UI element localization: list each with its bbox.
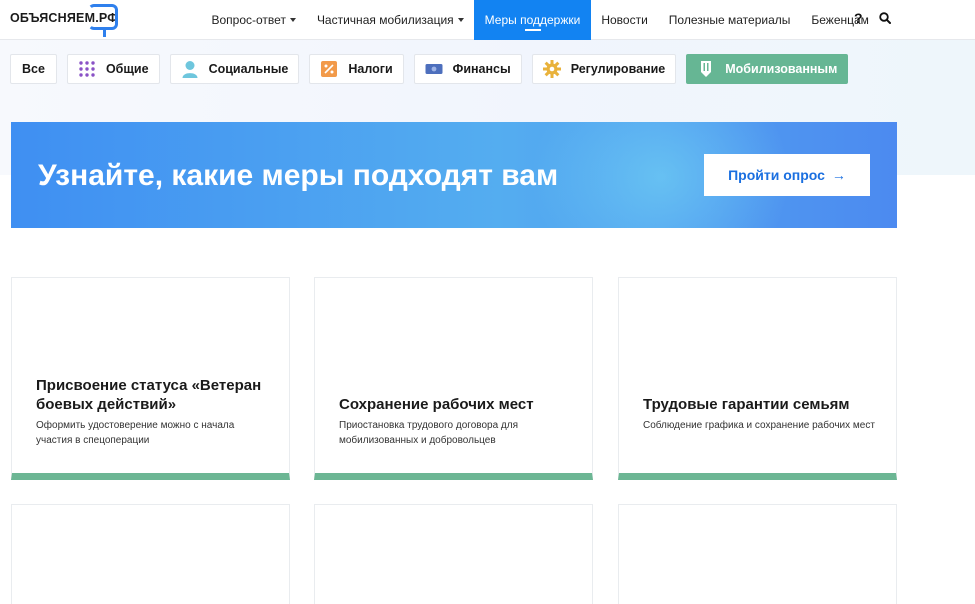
percent-icon <box>321 61 338 77</box>
filter-label: Социальные <box>208 62 289 76</box>
survey-banner: Узнайте, какие меры подходят вам Пройти … <box>11 122 897 228</box>
filter-label: Финансы <box>452 62 511 76</box>
nav-item-label: Полезные материалы <box>668 13 791 27</box>
filter-finance[interactable]: Финансы <box>413 54 522 84</box>
card-placeholder[interactable] <box>11 504 290 604</box>
nav-item-support[interactable]: Меры поддержки <box>474 0 591 40</box>
nav-item-refugees[interactable]: Беженцам <box>801 0 880 40</box>
card-title: Трудовые гарантии семьям <box>643 396 850 413</box>
nav-item-label: Вопрос-ответ <box>211 13 286 27</box>
badge-icon <box>701 61 712 77</box>
person-icon <box>182 61 198 78</box>
arrow-right-icon: → <box>831 167 846 183</box>
card-placeholder[interactable] <box>618 504 897 604</box>
card-family-guarantees[interactable]: Трудовые гарантии семьям Соблюдение граф… <box>618 277 897 480</box>
card-veteran-status[interactable]: Присвоение статуса «Ветеран боевых дейст… <box>11 277 290 480</box>
category-filters: Все Общие Социальные Налоги Финансы Регу… <box>10 54 849 84</box>
main-nav: Вопрос-ответ Частичная мобилизация Меры … <box>201 0 879 40</box>
speech-bubble-icon <box>88 4 118 37</box>
filter-label: Мобилизованным <box>725 62 838 76</box>
filter-all[interactable]: Все <box>10 54 57 84</box>
nav-item-label: Частичная мобилизация <box>316 13 454 27</box>
search-icon[interactable] <box>879 12 891 24</box>
filter-label: Регулирование <box>570 62 666 76</box>
filter-label: Налоги <box>348 62 393 76</box>
filter-regulation[interactable]: Регулирование <box>531 54 677 84</box>
banknote-icon <box>425 64 443 74</box>
filter-label: Все <box>22 62 45 76</box>
filter-social[interactable]: Социальные <box>169 54 300 84</box>
caret-down-icon <box>289 18 296 22</box>
card-job-retention[interactable]: Сохранение рабочих мест Приостановка тру… <box>314 277 593 480</box>
card-title: Присвоение статуса «Ветеран боевых дейст… <box>36 377 262 413</box>
filter-label: Общие <box>105 62 149 76</box>
nav-item-label: Новости <box>601 13 648 27</box>
card-description: Соблюдение графика и сохранение рабочих … <box>643 420 875 431</box>
card-title: Сохранение рабочих мест <box>339 396 534 413</box>
filter-mobilized[interactable]: Мобилизованным <box>686 54 849 84</box>
grid-icon <box>79 61 95 77</box>
button-label: Пройти опрос <box>728 167 825 183</box>
caret-down-icon <box>457 18 464 22</box>
card-placeholder[interactable] <box>314 504 593 604</box>
nav-item-mobilization[interactable]: Частичная мобилизация <box>306 0 474 40</box>
gear-icon <box>542 60 561 78</box>
card-description: Приостановка трудового договора для моби… <box>339 420 519 446</box>
nav-item-label: Меры поддержки <box>484 13 581 27</box>
filter-taxes[interactable]: Налоги <box>309 54 404 84</box>
nav-item-news[interactable]: Новости <box>591 0 658 40</box>
help-icon[interactable]: ? <box>854 10 863 26</box>
nav-item-materials[interactable]: Полезные материалы <box>658 0 801 40</box>
take-survey-button[interactable]: Пройти опрос → <box>704 154 870 196</box>
site-header: ОБЪЯСНЯЕМ.РФ Вопрос-ответ Частичная моби… <box>0 0 975 40</box>
card-description: Оформить удостоверение можно с начала уч… <box>36 420 235 446</box>
filter-general[interactable]: Общие <box>66 54 160 84</box>
banner-title: Узнайте, какие меры подходят вам <box>38 159 559 192</box>
site-logo[interactable]: ОБЪЯСНЯЕМ.РФ <box>10 4 122 38</box>
nav-item-qa[interactable]: Вопрос-ответ <box>201 0 306 40</box>
